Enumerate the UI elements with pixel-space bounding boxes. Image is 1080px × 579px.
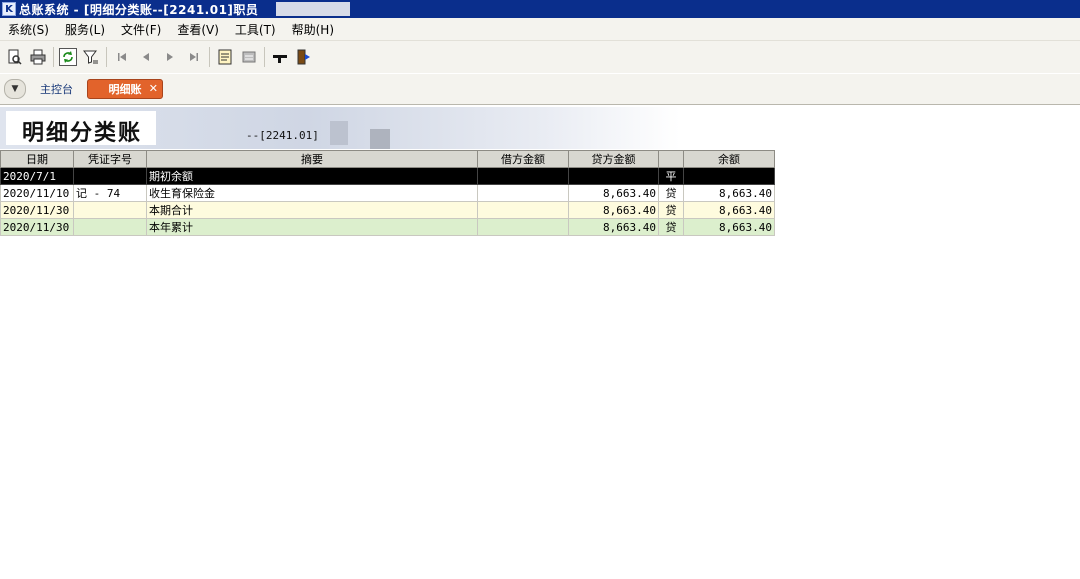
col-header-credit[interactable]: 贷方金额 [568,150,659,168]
filter-icon[interactable] [81,47,101,67]
menu-service[interactable]: 服务(L) [57,21,113,38]
tab-detail-ledger[interactable]: 明细账 ✕ [87,79,163,99]
toolbar-separator [53,47,54,67]
menu-file[interactable]: 文件(F) [113,21,169,38]
toolbar-separator [264,47,265,67]
cell-date: 2020/11/30 [0,201,74,219]
prev-record-icon[interactable] [136,47,156,67]
cell-voucher [73,201,147,219]
col-header-debit[interactable]: 借方金额 [477,150,569,168]
cell-summary: 收生育保险金 [146,184,478,202]
cell-balance: 8,663.40 [683,184,775,202]
table-row[interactable]: 2020/11/30 本年累计 8,663.40 贷 8,663.40 [0,218,775,236]
tab-strip: ▼ 主控台 明细账 ✕ [0,74,1080,105]
cell-voucher [73,167,147,185]
table-header-row: 日期 凭证字号 摘要 借方金额 贷方金额 余额 [0,150,775,168]
report-title: 明细分类账 [22,120,143,146]
col-header-summary[interactable]: 摘要 [146,150,478,168]
voucher-icon[interactable] [215,47,235,67]
cell-debit [477,218,569,236]
cell-balance: 8,663.40 [683,218,775,236]
title-bar: K 总账系统 - [明细分类账--[2241.01]职员 [0,0,1080,18]
cell-date: 2020/11/30 [0,218,74,236]
col-header-voucher[interactable]: 凭证字号 [73,150,147,168]
help-icon[interactable] [270,47,290,67]
toolbar-separator [106,47,107,67]
menu-bar: 系统(S) 服务(L) 文件(F) 查看(V) 工具(T) 帮助(H) [0,18,1080,40]
toolbar [0,40,1080,73]
cell-credit: 8,663.40 [568,218,659,236]
menu-system[interactable]: 系统(S) [0,21,57,38]
table-row[interactable]: 2020/11/10 记 - 74 收生育保险金 8,663.40 贷 8,66… [0,184,775,202]
cell-summary: 本期合计 [146,201,478,219]
cell-debit [477,201,569,219]
first-record-icon[interactable] [112,47,132,67]
cell-credit [568,167,659,185]
next-record-icon[interactable] [160,47,180,67]
ledger-table: 日期 凭证字号 摘要 借方金额 贷方金额 余额 2020/7/1 期初余额 平 … [0,150,775,236]
tab-home[interactable]: 主控台 [40,81,73,97]
close-icon[interactable]: ✕ [149,82,158,95]
cell-voucher [73,218,147,236]
cell-balance: 8,663.40 [683,201,775,219]
report-subtitle: --[2241.01] [246,129,319,142]
table-row[interactable]: 2020/11/30 本期合计 8,663.40 贷 8,663.40 [0,201,775,219]
exit-icon[interactable] [294,47,314,67]
cell-direction: 贷 [658,218,684,236]
redacted-region [370,129,390,149]
refresh-icon[interactable] [59,48,77,66]
menu-tools[interactable]: 工具(T) [227,21,284,38]
cell-summary: 期初余额 [146,167,478,185]
menu-help[interactable]: 帮助(H) [284,21,342,38]
table-row[interactable]: 2020/7/1 期初余额 平 [0,167,775,185]
window-title: 总账系统 - [明细分类账--[2241.01]职员 [19,2,259,17]
col-header-direction[interactable] [658,150,684,168]
last-record-icon[interactable] [184,47,204,67]
tab-dropdown-button[interactable]: ▼ [4,79,26,99]
col-header-date[interactable]: 日期 [0,150,74,168]
chevron-down-icon: ▼ [11,84,19,94]
app-logo-icon: K [2,2,16,16]
cell-voucher: 记 - 74 [73,184,147,202]
cell-balance [683,167,775,185]
report-banner: 明细分类账 --[2241.01] [0,107,680,149]
list-icon[interactable] [239,47,259,67]
cell-summary: 本年累计 [146,218,478,236]
cell-debit [477,167,569,185]
cell-direction: 贷 [658,201,684,219]
toolbar-separator [209,47,210,67]
cell-date: 2020/7/1 [0,167,74,185]
print-preview-icon[interactable] [4,47,24,67]
cell-debit [477,184,569,202]
redacted-region [330,121,348,145]
cell-credit: 8,663.40 [568,201,659,219]
print-icon[interactable] [28,47,48,67]
cell-direction: 平 [658,167,684,185]
menu-view[interactable]: 查看(V) [169,21,227,38]
cell-credit: 8,663.40 [568,184,659,202]
cell-date: 2020/11/10 [0,184,74,202]
tab-label: 明细账 [108,83,142,96]
cell-direction: 贷 [658,184,684,202]
redacted-region [276,2,350,16]
col-header-balance[interactable]: 余额 [683,150,775,168]
